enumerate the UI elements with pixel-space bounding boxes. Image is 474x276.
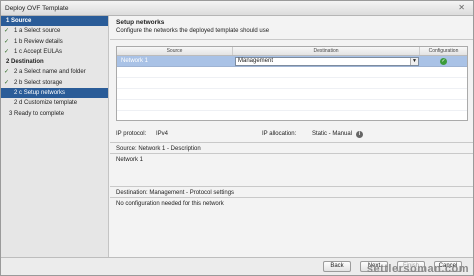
ip-allocation-value: Static - Manual bbox=[312, 131, 353, 137]
step-number: 3 bbox=[9, 110, 13, 117]
step-label: Select storage bbox=[24, 79, 63, 86]
step-number: 1 c bbox=[14, 48, 23, 55]
column-header-destination[interactable]: Destination bbox=[233, 47, 420, 55]
step-label: Source bbox=[11, 18, 32, 24]
empty-row bbox=[117, 67, 467, 78]
info-icon[interactable]: i bbox=[356, 130, 364, 138]
wizard-step-2c[interactable]: 2 c Setup networks bbox=[1, 88, 108, 99]
watermark: settlersoman.com bbox=[366, 263, 469, 275]
step-label: Accept EULAs bbox=[23, 48, 63, 55]
column-header-configuration[interactable]: Configuration bbox=[420, 47, 467, 55]
ip-allocation-label: IP allocation: bbox=[262, 131, 297, 137]
wizard-footer: Back Next Finish Cancel settlersoman.com bbox=[1, 257, 473, 275]
wizard-step-1b[interactable]: ✓ 1 b Review details bbox=[1, 37, 108, 47]
wizard-step-2b[interactable]: ✓ 2 b Select storage bbox=[1, 78, 108, 88]
wizard-step-2[interactable]: 2 Destination bbox=[1, 57, 108, 67]
ip-protocol-label: IP protocol: bbox=[116, 131, 147, 137]
page-title: Setup networks bbox=[116, 19, 165, 26]
column-header-source[interactable]: Source bbox=[117, 47, 233, 55]
step-label: Select name and folder bbox=[24, 69, 86, 76]
step-label: Select source bbox=[24, 28, 61, 35]
step-label: Review details bbox=[24, 38, 63, 45]
step-number: 1 b bbox=[14, 38, 23, 45]
check-icon: ✓ bbox=[4, 38, 10, 45]
description-title: Source: Network 1 - Description bbox=[110, 143, 473, 154]
configuration-cell: ✓ bbox=[420, 56, 467, 66]
destination-network-value: Management bbox=[238, 58, 274, 64]
wizard-steps: 1 Source ✓ 1 a Select source ✓ 1 b Review de… bbox=[1, 16, 109, 259]
wizard-step-3[interactable]: 3 Ready to complete bbox=[1, 109, 108, 119]
destination-network-select[interactable]: Management ▼ bbox=[235, 57, 419, 66]
wizard-step-1c[interactable]: ✓ 1 c Accept EULAs bbox=[1, 47, 108, 57]
wizard-step-1[interactable]: 1 Source bbox=[1, 16, 108, 27]
wizard-step-2d[interactable]: 2 d Customize template bbox=[1, 98, 108, 108]
page-subtitle: Configure the networks the deployed temp… bbox=[116, 28, 270, 34]
title-bar: Deploy OVF Template ✕ bbox=[1, 1, 473, 16]
step-label: Customize template bbox=[24, 100, 78, 107]
step-label: Setup networks bbox=[23, 90, 66, 97]
ip-settings-line: IP protocol: IPv4 IP allocation: Static … bbox=[116, 129, 468, 139]
ip-protocol-value: IPv4 bbox=[156, 131, 169, 137]
empty-row bbox=[117, 78, 467, 89]
page-header: Setup networks Configure the networks th… bbox=[110, 16, 473, 40]
deploy-ovf-window: Deploy OVF Template ✕ 1 Source ✓ 1 a Selec… bbox=[0, 0, 474, 276]
destination-cell: Management ▼ bbox=[233, 56, 420, 66]
source-network-cell: Network 1 bbox=[121, 58, 149, 64]
table-header: Source Destination Configuration bbox=[117, 47, 467, 56]
step-number: 1 bbox=[6, 18, 10, 24]
check-circle-icon: ✓ bbox=[440, 58, 447, 65]
protocol-settings-section: Destination: Management - Protocol setti… bbox=[110, 186, 473, 210]
empty-row bbox=[117, 89, 467, 100]
description-body: Network 1 bbox=[116, 157, 144, 163]
step-number: 2 a bbox=[14, 69, 23, 76]
check-icon: ✓ bbox=[4, 28, 10, 35]
wizard-step-1a[interactable]: ✓ 1 a Select source bbox=[1, 26, 108, 36]
close-icon[interactable]: ✕ bbox=[458, 3, 465, 12]
check-icon: ✓ bbox=[4, 48, 10, 55]
protocol-settings-body: No configuration needed for this network bbox=[116, 201, 224, 207]
step-number: 1 a bbox=[14, 28, 23, 35]
description-section: Source: Network 1 - Description Network … bbox=[110, 142, 473, 166]
window-title: Deploy OVF Template bbox=[5, 4, 69, 12]
check-icon: ✓ bbox=[4, 69, 10, 76]
network-mapping-table: Source Destination Configuration Network… bbox=[116, 46, 468, 121]
back-button[interactable]: Back bbox=[323, 261, 351, 272]
step-number: 2 c bbox=[14, 90, 23, 97]
wizard-step-2a[interactable]: ✓ 2 a Select name and folder bbox=[1, 67, 108, 77]
step-number: 2 b bbox=[14, 79, 23, 86]
step-number: 2 d bbox=[14, 100, 23, 107]
step-label: Ready to complete bbox=[14, 110, 65, 117]
check-icon: ✓ bbox=[4, 79, 10, 86]
protocol-settings-title: Destination: Management - Protocol setti… bbox=[110, 187, 473, 198]
step-label: Destination bbox=[11, 59, 44, 66]
step-number: 2 bbox=[6, 59, 10, 66]
chevron-down-icon[interactable]: ▼ bbox=[410, 58, 418, 65]
main-panel: Setup networks Configure the networks th… bbox=[110, 16, 473, 259]
empty-row bbox=[117, 100, 467, 111]
table-row[interactable]: Network 1 Management ▼ ✓ bbox=[117, 56, 467, 67]
